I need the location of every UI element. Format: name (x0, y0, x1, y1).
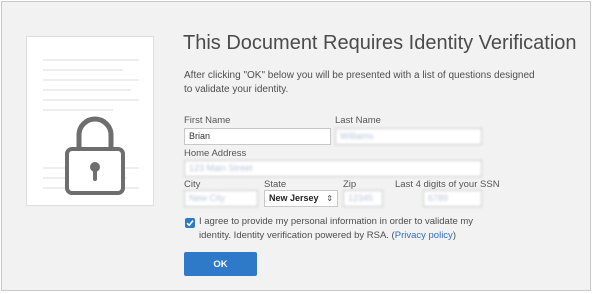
zip-input[interactable]: 12345 (343, 190, 383, 207)
state-label: State (264, 179, 287, 190)
lock-icon (65, 116, 125, 195)
last-name-input[interactable]: Williams (335, 128, 482, 145)
state-select-value: New Jersey (269, 193, 319, 203)
home-address-label: Home Address (184, 148, 247, 159)
verification-dialog: This Document Requires Identity Verifica… (1, 1, 591, 291)
city-input[interactable]: New City (184, 190, 258, 207)
home-address-input[interactable]: 123 Main Street (184, 160, 482, 177)
state-select[interactable]: New Jersey ⇕ (264, 190, 338, 207)
city-label: City (184, 179, 201, 190)
consent-label-end: ) (452, 230, 456, 241)
consent-text: I agree to provide my personal informati… (199, 215, 499, 243)
checkmark-icon (186, 220, 194, 227)
ssn-input[interactable]: 6789 (423, 190, 482, 207)
privacy-policy-link[interactable]: Privacy policy (395, 230, 453, 241)
dialog-title: This Document Requires Identity Verifica… (183, 32, 577, 54)
select-arrows-icon: ⇕ (326, 194, 333, 203)
ok-button[interactable]: OK (184, 252, 257, 276)
first-name-label: First Name (184, 115, 231, 126)
last-name-label: Last Name (335, 115, 381, 126)
document-icon (26, 36, 154, 206)
zip-label: Zip (343, 179, 357, 190)
intro-text: After clicking "OK" below you will be pr… (184, 70, 535, 95)
first-name-input[interactable]: Brian (184, 128, 331, 145)
consent-checkbox[interactable] (185, 218, 195, 228)
ssn-label: Last 4 digits of your SSN (395, 179, 500, 190)
